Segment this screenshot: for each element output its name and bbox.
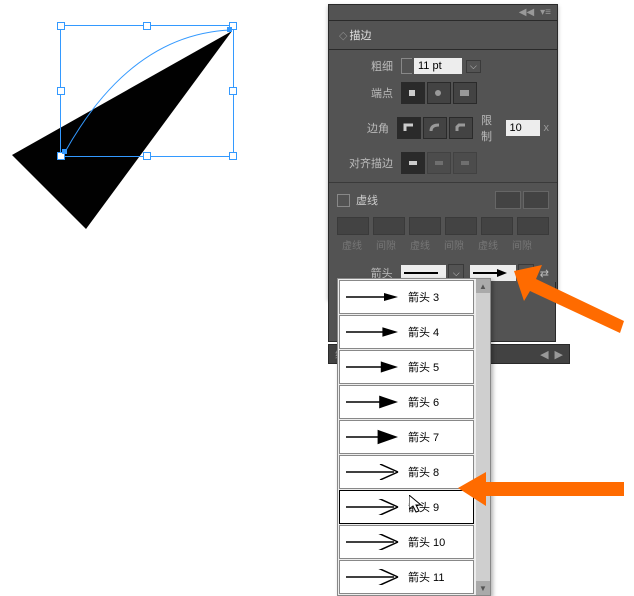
dropdown-item-arrow-6[interactable]: 箭头 6 bbox=[339, 385, 474, 419]
panel-tab-stroke[interactable]: ◇描边 bbox=[329, 21, 557, 50]
dash-preserve-button[interactable] bbox=[495, 191, 521, 209]
dashed-line-checkbox[interactable] bbox=[337, 194, 350, 207]
align-icon-2[interactable]: ▶ bbox=[555, 348, 563, 361]
dropdown-item-arrow-10[interactable]: 箭头 10 bbox=[339, 525, 474, 559]
handle-s[interactable] bbox=[143, 152, 151, 160]
swap-arrowheads-icon[interactable]: ⇄ bbox=[540, 267, 549, 280]
cap-label: 端点 bbox=[337, 85, 393, 101]
dropdown-item-arrow-8[interactable]: 箭头 8 bbox=[339, 455, 474, 489]
handle-n[interactable] bbox=[143, 22, 151, 30]
dash-input-3[interactable] bbox=[481, 217, 513, 235]
cap-round-button[interactable] bbox=[427, 82, 451, 104]
scroll-up-button[interactable]: ▲ bbox=[476, 279, 490, 293]
align-inside-button bbox=[427, 152, 451, 174]
panel-title: 描边 bbox=[349, 30, 371, 42]
limit-suffix: x bbox=[544, 122, 550, 134]
gap-input-3[interactable] bbox=[517, 217, 549, 235]
gap-input-2[interactable] bbox=[445, 217, 477, 235]
arrowhead-end-dropdown[interactable]: ⌵ bbox=[518, 264, 534, 282]
cap-butt-button[interactable] bbox=[401, 82, 425, 104]
arrowhead-dropdown-list: ▲ ▼ 箭头 3箭头 4箭头 5箭头 6箭头 7箭头 8箭头 9箭头 10箭头 … bbox=[337, 278, 491, 596]
link-icon[interactable] bbox=[401, 58, 412, 74]
dashed-label: 虚线 bbox=[356, 192, 378, 208]
panel-collapse-icon[interactable]: ◀◀ bbox=[519, 7, 534, 18]
dash-input-2[interactable] bbox=[409, 217, 441, 235]
gap-col-label: 间隙 bbox=[371, 237, 401, 252]
dash-input-1[interactable] bbox=[337, 217, 369, 235]
handle-w[interactable] bbox=[57, 87, 65, 95]
handle-e[interactable] bbox=[229, 87, 237, 95]
dropdown-item-arrow-5[interactable]: 箭头 5 bbox=[339, 350, 474, 384]
align-stroke-label: 对齐描边 bbox=[337, 155, 393, 171]
stroke-weight-dropdown[interactable]: ⌵ bbox=[466, 60, 481, 73]
selection-bounding-box[interactable] bbox=[60, 25, 234, 157]
panel-menu-icon[interactable]: ▾≡ bbox=[540, 7, 551, 18]
panel-header[interactable]: ◀◀ ▾≡ bbox=[329, 5, 557, 21]
gap-col-label: 间隙 bbox=[439, 237, 469, 252]
miter-limit-input[interactable] bbox=[506, 120, 540, 136]
canvas-area bbox=[0, 0, 280, 280]
dropdown-item-arrow-9[interactable]: 箭头 9 bbox=[339, 490, 474, 524]
corner-miter-button[interactable] bbox=[397, 117, 421, 139]
scroll-down-button[interactable]: ▼ bbox=[476, 581, 490, 595]
align-center-button[interactable] bbox=[401, 152, 425, 174]
corner-bevel-button[interactable] bbox=[449, 117, 473, 139]
corner-label: 边角 bbox=[337, 120, 389, 136]
handle-nw[interactable] bbox=[57, 22, 65, 30]
dropdown-item-arrow-3[interactable]: 箭头 3 bbox=[339, 280, 474, 314]
dropdown-item-arrow-4[interactable]: 箭头 4 bbox=[339, 315, 474, 349]
dash-col-label: 虚线 bbox=[473, 237, 503, 252]
limit-label: 限制 bbox=[481, 112, 501, 144]
stroke-panel: ◀◀ ▾≡ ◇描边 粗细 ⌵ 端点 边角 限制 bbox=[328, 4, 558, 299]
gap-col-label: 间隙 bbox=[507, 237, 537, 252]
dropdown-item-arrow-7[interactable]: 箭头 7 bbox=[339, 420, 474, 454]
align-icon-1[interactable]: ◀ bbox=[540, 348, 548, 361]
curve-path bbox=[61, 26, 233, 156]
dash-align-button[interactable] bbox=[523, 191, 549, 209]
anchor-point-start[interactable] bbox=[62, 149, 67, 154]
align-outside-button bbox=[453, 152, 477, 174]
corner-round-button[interactable] bbox=[423, 117, 447, 139]
dropdown-item-arrow-11[interactable]: 箭头 11 bbox=[339, 560, 474, 594]
cap-projecting-button[interactable] bbox=[453, 82, 477, 104]
handle-se[interactable] bbox=[229, 152, 237, 160]
gap-input-1[interactable] bbox=[373, 217, 405, 235]
dash-col-label: 虚线 bbox=[337, 237, 367, 252]
dropdown-scrollbar[interactable]: ▲ ▼ bbox=[476, 279, 490, 595]
dash-col-label: 虚线 bbox=[405, 237, 435, 252]
anchor-point-end[interactable] bbox=[227, 27, 232, 32]
stroke-weight-input[interactable] bbox=[414, 58, 462, 74]
weight-label: 粗细 bbox=[337, 58, 393, 74]
